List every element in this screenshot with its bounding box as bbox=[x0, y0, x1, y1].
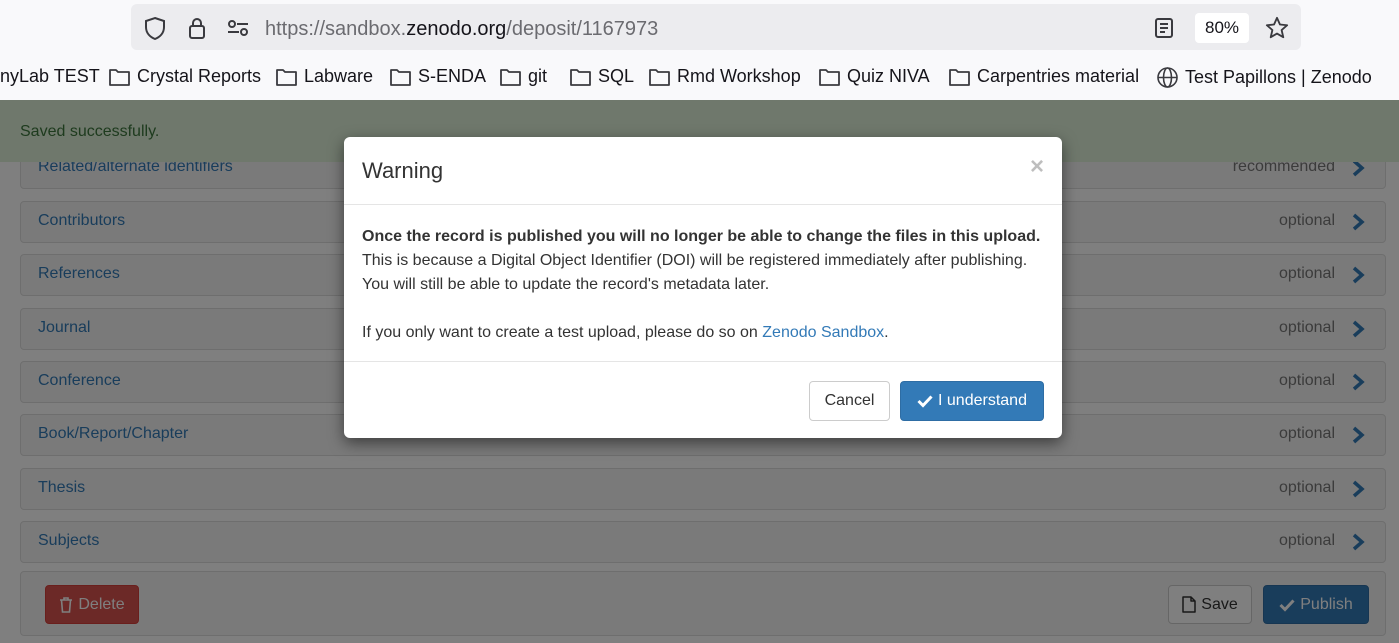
bookmark-folder[interactable]: Quiz NIVA bbox=[818, 66, 930, 87]
warning-body-text: This is because a Digital Object Identif… bbox=[362, 252, 1028, 293]
bookmark-folder[interactable]: SQL bbox=[569, 66, 634, 87]
folder-icon bbox=[276, 68, 297, 86]
modal-header: Warning × bbox=[344, 137, 1062, 205]
folder-icon bbox=[819, 68, 840, 86]
cancel-button[interactable]: Cancel bbox=[809, 381, 890, 421]
folder-icon bbox=[109, 68, 130, 86]
bookmark-folder[interactable]: git bbox=[499, 66, 547, 87]
bookmark-item[interactable]: Test Papillons | Zenodo bbox=[1156, 66, 1372, 89]
understand-button[interactable]: I understand bbox=[900, 381, 1044, 421]
warning-bold-text: Once the record is published you will no… bbox=[362, 228, 1041, 245]
star-icon[interactable] bbox=[1265, 16, 1289, 40]
permissions-icon[interactable] bbox=[226, 16, 250, 40]
bookmark-folder[interactable]: S-ENDA bbox=[389, 66, 486, 87]
browser-toolbar: https://sandbox.zenodo.org/deposit/11679… bbox=[0, 0, 1399, 100]
sandbox-link[interactable]: Zenodo Sandbox bbox=[762, 324, 884, 341]
sandbox-text: If you only want to create a test upload… bbox=[362, 324, 763, 341]
folder-icon bbox=[500, 68, 521, 86]
folder-icon bbox=[570, 68, 591, 86]
zoom-level[interactable]: 80% bbox=[1195, 13, 1249, 43]
bookmark-folder[interactable]: Rmd Workshop bbox=[648, 66, 801, 87]
bookmarks-bar: nyLab TEST Crystal Reports Labware S-END… bbox=[0, 62, 1399, 94]
bookmark-folder[interactable]: Labware bbox=[275, 66, 373, 87]
reader-view-icon[interactable] bbox=[1152, 16, 1176, 40]
folder-icon bbox=[649, 68, 670, 86]
bookmark-folder[interactable]: Carpentries material bbox=[948, 66, 1139, 87]
url-text[interactable]: https://sandbox.zenodo.org/deposit/11679… bbox=[265, 18, 658, 41]
folder-icon bbox=[390, 68, 411, 86]
warning-modal: Warning × Once the record is published y… bbox=[344, 137, 1062, 438]
modal-title: Warning bbox=[362, 158, 444, 183]
shield-icon[interactable] bbox=[143, 16, 167, 40]
address-bar[interactable]: https://sandbox.zenodo.org/deposit/11679… bbox=[131, 4, 1301, 50]
modal-body: Once the record is published you will no… bbox=[362, 228, 1041, 341]
modal-footer: Cancel I understand bbox=[344, 361, 1062, 438]
lock-icon[interactable] bbox=[185, 16, 209, 40]
bookmark-item[interactable]: nyLab TEST bbox=[0, 66, 100, 87]
folder-icon bbox=[949, 68, 970, 86]
globe-icon bbox=[1157, 67, 1178, 88]
close-icon[interactable]: × bbox=[1030, 153, 1044, 181]
bookmark-folder[interactable]: Crystal Reports bbox=[108, 66, 261, 87]
check-icon bbox=[917, 395, 933, 408]
